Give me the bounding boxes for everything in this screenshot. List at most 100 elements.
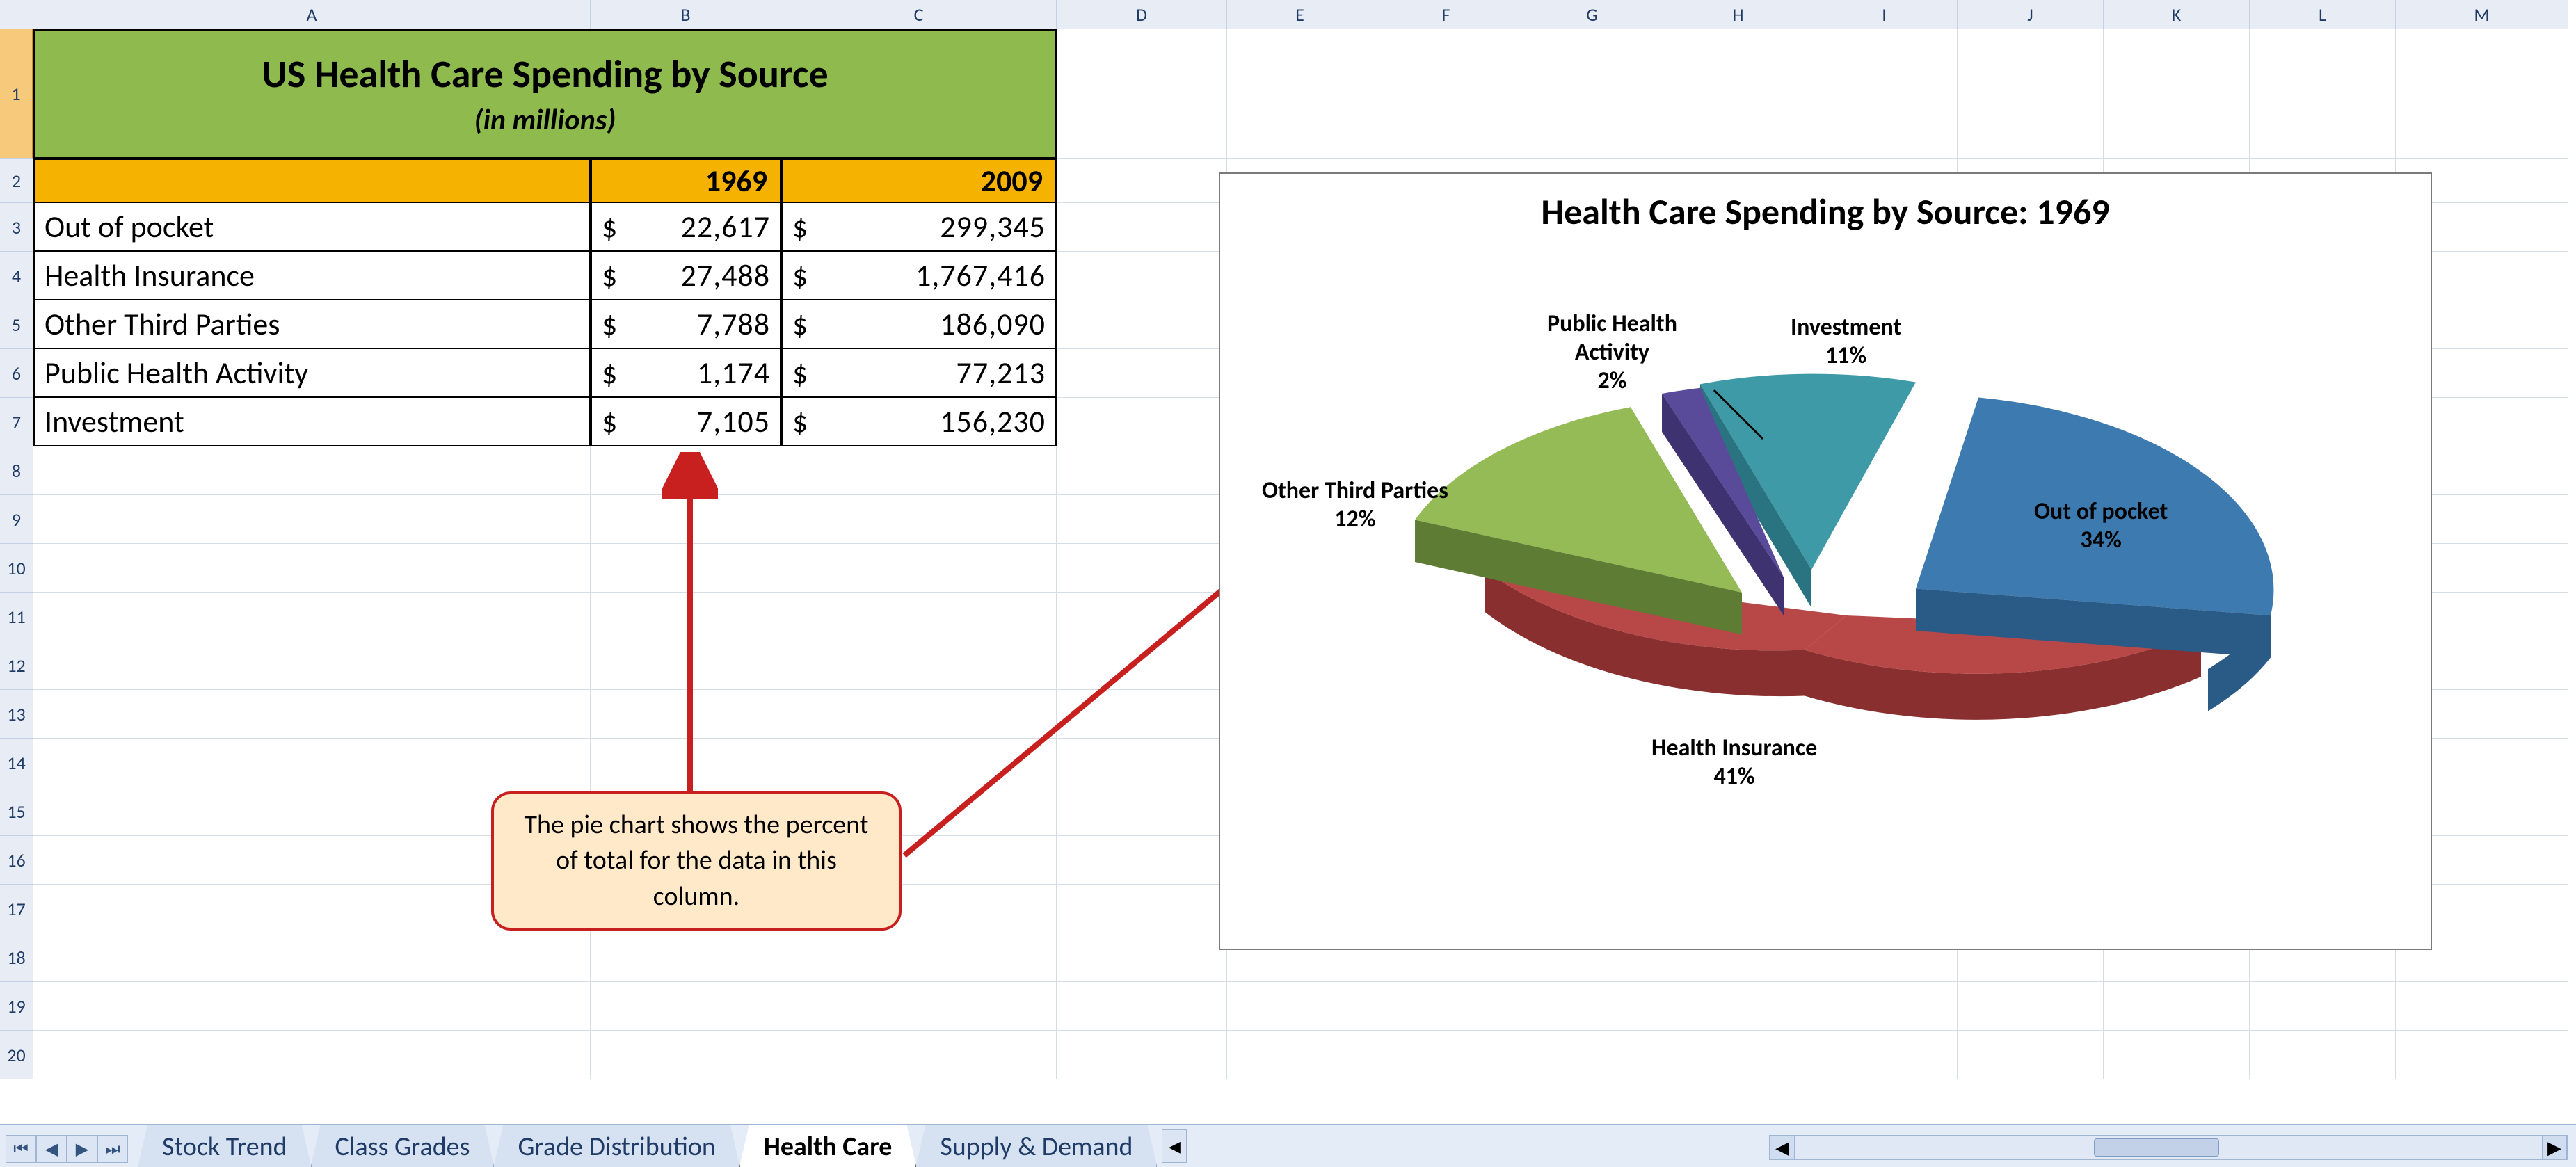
cell[interactable] bbox=[591, 1031, 781, 1079]
cell[interactable] bbox=[33, 982, 591, 1031]
row-header-14[interactable]: 14 bbox=[0, 739, 33, 787]
cell[interactable] bbox=[591, 933, 781, 982]
row-header-17[interactable]: 17 bbox=[0, 885, 33, 933]
sheet-tab[interactable]: Health Care bbox=[739, 1125, 916, 1167]
cell[interactable] bbox=[2396, 1031, 2568, 1079]
scroll-track[interactable] bbox=[1795, 1136, 2542, 1159]
row-header-3[interactable]: 3 bbox=[0, 203, 33, 252]
cell[interactable] bbox=[1057, 349, 1227, 398]
cell[interactable] bbox=[591, 982, 781, 1031]
cell[interactable] bbox=[2396, 29, 2568, 159]
cell[interactable] bbox=[1057, 1031, 1227, 1079]
cell-1969[interactable]: $1,174 bbox=[591, 349, 781, 398]
cell[interactable] bbox=[2104, 1031, 2250, 1079]
header-2009[interactable]: 2009 bbox=[781, 159, 1057, 203]
tab-nav-last-icon[interactable]: ⏭ bbox=[97, 1135, 128, 1163]
cell[interactable] bbox=[1665, 29, 1811, 159]
cell-2009[interactable]: $1,767,416 bbox=[781, 252, 1057, 300]
header-label[interactable] bbox=[33, 159, 591, 203]
scroll-right-icon[interactable]: ▶ bbox=[2542, 1135, 2567, 1160]
cell[interactable] bbox=[1057, 203, 1227, 252]
cell[interactable] bbox=[1057, 29, 1227, 159]
pie-chart[interactable]: Health Care Spending by Source: 1969 bbox=[1219, 172, 2432, 950]
col-header-J[interactable]: J bbox=[1958, 0, 2104, 29]
cell[interactable] bbox=[2250, 29, 2396, 159]
cell[interactable] bbox=[2250, 982, 2396, 1031]
cell[interactable] bbox=[781, 933, 1057, 982]
cell[interactable] bbox=[33, 495, 591, 544]
cell[interactable] bbox=[1373, 29, 1519, 159]
row-header-8[interactable]: 8 bbox=[0, 446, 33, 495]
sheet-tab[interactable]: Grade Distribution bbox=[493, 1125, 739, 1167]
cell[interactable] bbox=[33, 544, 591, 593]
sheet-tab[interactable]: Stock Trend bbox=[138, 1125, 312, 1167]
header-1969[interactable]: 1969 bbox=[591, 159, 781, 203]
cell[interactable] bbox=[33, 1031, 591, 1079]
row-header-7[interactable]: 7 bbox=[0, 398, 33, 446]
cell[interactable] bbox=[2104, 982, 2250, 1031]
scroll-thumb[interactable] bbox=[2094, 1138, 2219, 1157]
sheet-tab[interactable]: Class Grades bbox=[311, 1125, 495, 1167]
cell[interactable] bbox=[2250, 1031, 2396, 1079]
row-label[interactable]: Other Third Parties bbox=[33, 300, 591, 349]
col-header-K[interactable]: K bbox=[2104, 0, 2250, 29]
tab-nav-prev-icon[interactable]: ◀ bbox=[36, 1135, 67, 1163]
row-header-12[interactable]: 12 bbox=[0, 641, 33, 690]
cell[interactable] bbox=[33, 739, 591, 787]
cell[interactable] bbox=[1665, 1031, 1811, 1079]
cell[interactable] bbox=[1811, 982, 1958, 1031]
row-label[interactable]: Health Insurance bbox=[33, 252, 591, 300]
cell[interactable] bbox=[1227, 29, 1373, 159]
cell[interactable] bbox=[1057, 933, 1227, 982]
cell[interactable] bbox=[781, 982, 1057, 1031]
row-header-11[interactable]: 11 bbox=[0, 593, 33, 641]
cell[interactable] bbox=[1057, 159, 1227, 203]
cell[interactable] bbox=[33, 933, 591, 982]
cell[interactable] bbox=[1227, 1031, 1373, 1079]
col-header-B[interactable]: B bbox=[591, 0, 781, 29]
col-header-E[interactable]: E bbox=[1227, 0, 1373, 29]
select-all-corner[interactable] bbox=[0, 0, 33, 29]
row-header-4[interactable]: 4 bbox=[0, 252, 33, 300]
col-header-A[interactable]: A bbox=[33, 0, 591, 29]
col-header-H[interactable]: H bbox=[1665, 0, 1811, 29]
row-label[interactable]: Out of pocket bbox=[33, 203, 591, 252]
cell-1969[interactable]: $22,617 bbox=[591, 203, 781, 252]
cell[interactable] bbox=[781, 1031, 1057, 1079]
row-header-13[interactable]: 13 bbox=[0, 690, 33, 739]
row-label[interactable]: Public Health Activity bbox=[33, 349, 591, 398]
cell[interactable] bbox=[1811, 29, 1958, 159]
cell[interactable] bbox=[1057, 885, 1227, 933]
cell[interactable] bbox=[1057, 300, 1227, 349]
row-header-9[interactable]: 9 bbox=[0, 495, 33, 544]
cell[interactable] bbox=[1519, 29, 1665, 159]
cell[interactable] bbox=[2104, 29, 2250, 159]
tab-nav-first-icon[interactable]: ⏮ bbox=[6, 1135, 36, 1163]
tab-scroll-left-icon[interactable]: ◀ bbox=[1162, 1129, 1187, 1163]
cell-2009[interactable]: $186,090 bbox=[781, 300, 1057, 349]
cell[interactable] bbox=[1665, 982, 1811, 1031]
cell[interactable] bbox=[1519, 982, 1665, 1031]
horizontal-scrollbar[interactable]: ◀ ▶ bbox=[1769, 1135, 2568, 1160]
cell-1969[interactable]: $27,488 bbox=[591, 252, 781, 300]
col-header-I[interactable]: I bbox=[1811, 0, 1958, 29]
cell[interactable] bbox=[1958, 1031, 2104, 1079]
cell[interactable] bbox=[33, 641, 591, 690]
cell-2009[interactable]: $77,213 bbox=[781, 349, 1057, 398]
cell[interactable] bbox=[1373, 982, 1519, 1031]
col-header-F[interactable]: F bbox=[1373, 0, 1519, 29]
row-header-2[interactable]: 2 bbox=[0, 159, 33, 203]
row-header-6[interactable]: 6 bbox=[0, 349, 33, 398]
cell-2009[interactable]: $299,345 bbox=[781, 203, 1057, 252]
cell-2009[interactable]: $156,230 bbox=[781, 398, 1057, 446]
cell[interactable] bbox=[1057, 398, 1227, 446]
col-header-M[interactable]: M bbox=[2396, 0, 2568, 29]
cell-1969[interactable]: $7,105 bbox=[591, 398, 781, 446]
row-label[interactable]: Investment bbox=[33, 398, 591, 446]
cell[interactable] bbox=[1811, 1031, 1958, 1079]
row-header-1[interactable]: 1 bbox=[0, 29, 33, 159]
row-header-19[interactable]: 19 bbox=[0, 982, 33, 1031]
cell[interactable] bbox=[1958, 29, 2104, 159]
row-header-5[interactable]: 5 bbox=[0, 300, 33, 349]
cell-1969[interactable]: $7,788 bbox=[591, 300, 781, 349]
